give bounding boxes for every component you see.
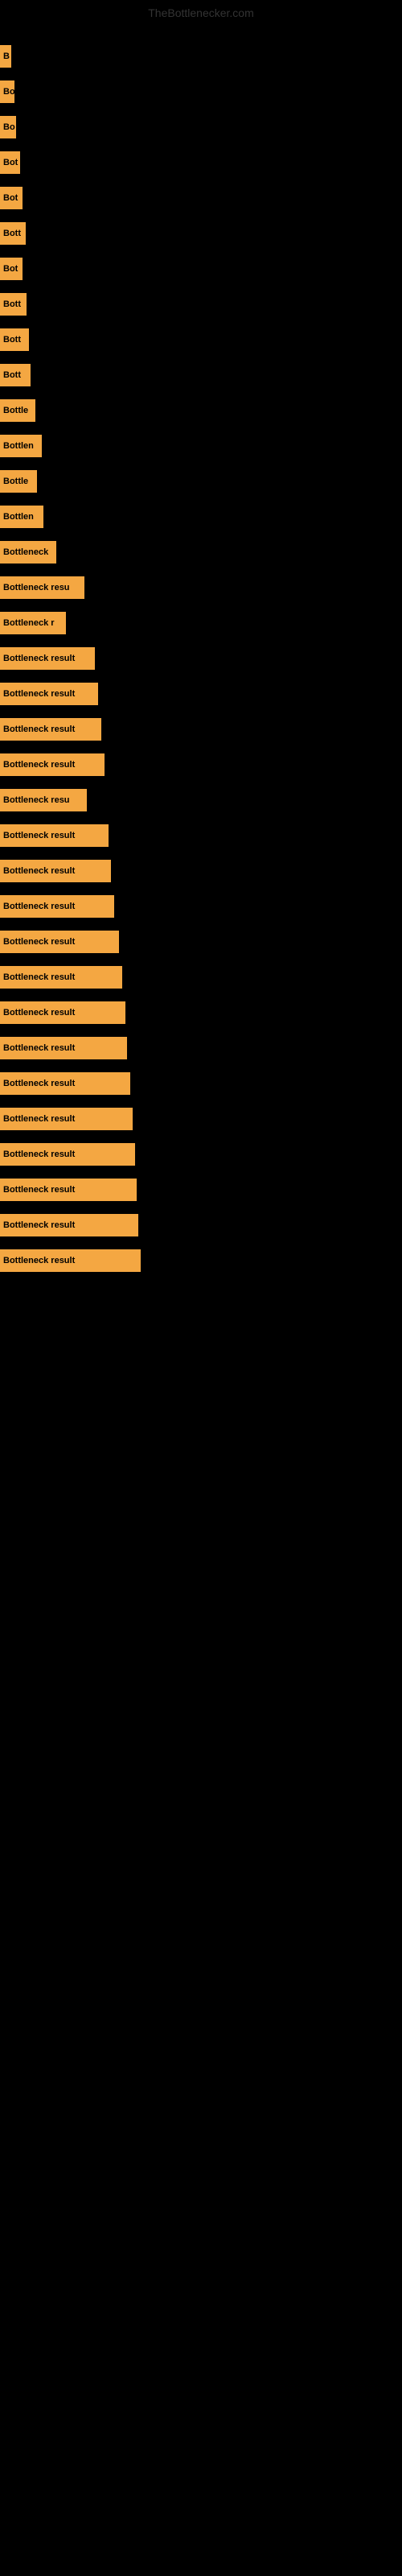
bar-row: Bottle [0, 469, 402, 494]
bar-row: Bottleneck resu [0, 787, 402, 813]
bar-row: Bottleneck result [0, 1035, 402, 1061]
bar-row: Bottleneck resu [0, 575, 402, 601]
bar-label: Bottleneck result [0, 1072, 130, 1095]
bar-label: Bottleneck result [0, 1001, 125, 1024]
bar-label: Bott [0, 293, 27, 316]
bar-label: Bo [0, 80, 14, 103]
bar-label: Bottleneck [0, 541, 56, 564]
bar-row: Bott [0, 327, 402, 353]
bar-label: Bottleneck result [0, 860, 111, 882]
bar-row: Bottleneck result [0, 1071, 402, 1096]
bar-label: Bottleneck result [0, 1249, 141, 1272]
bar-label: Bo [0, 116, 16, 138]
site-title: TheBottlenecker.com [0, 0, 402, 26]
bar-row: Bottleneck r [0, 610, 402, 636]
bar-row: B [0, 43, 402, 69]
bar-row: Bot [0, 256, 402, 282]
bar-label: Bottleneck result [0, 966, 122, 989]
bar-label: Bottleneck result [0, 1143, 135, 1166]
bar-row: Bottleneck result [0, 1212, 402, 1238]
bar-row: Bottlen [0, 504, 402, 530]
bar-row: Bottleneck result [0, 823, 402, 848]
bar-row: Bottleneck result [0, 1248, 402, 1274]
bar-row: Bottleneck result [0, 1106, 402, 1132]
bar-label: Bottleneck result [0, 1179, 137, 1201]
bar-row: Bottle [0, 398, 402, 423]
bar-row: Bottleneck result [0, 929, 402, 955]
bar-row: Bott [0, 362, 402, 388]
bar-label: Bottleneck result [0, 895, 114, 918]
bar-row: Bottleneck result [0, 752, 402, 778]
bars-container: B Bo Bo Bot Bot Bott Bot Bott Bott Bott Bottle Bott… [0, 26, 402, 1291]
bar-label: Bottleneck result [0, 718, 101, 741]
bar-label: Bottleneck result [0, 1214, 138, 1236]
bar-label: Bott [0, 364, 31, 386]
bar-label: Bottle [0, 470, 37, 493]
bar-label: Bottlen [0, 435, 42, 457]
bar-label: Bot [0, 258, 23, 280]
bar-label: Bottleneck result [0, 1108, 133, 1130]
bar-label: Bot [0, 187, 23, 209]
bar-row: Bottleneck result [0, 1177, 402, 1203]
bar-row: Bottleneck result [0, 858, 402, 884]
bar-label: Bott [0, 328, 29, 351]
bar-row: Bottleneck [0, 539, 402, 565]
bar-label: Bott [0, 222, 26, 245]
bar-row: Bot [0, 185, 402, 211]
bar-label: Bot [0, 151, 20, 174]
bar-row: Bottleneck result [0, 1000, 402, 1026]
bar-label: Bottlen [0, 506, 43, 528]
bar-label: Bottleneck r [0, 612, 66, 634]
bar-label: Bottleneck result [0, 753, 105, 776]
bar-label: Bottleneck result [0, 1037, 127, 1059]
bar-row: Bo [0, 79, 402, 105]
bar-row: Bottleneck result [0, 646, 402, 671]
bar-label: B [0, 45, 11, 68]
bar-label: Bottle [0, 399, 35, 422]
bar-row: Bottlen [0, 433, 402, 459]
bar-label: Bottleneck result [0, 647, 95, 670]
bar-row: Bottleneck result [0, 894, 402, 919]
bar-row: Bot [0, 150, 402, 175]
bar-label: Bottleneck resu [0, 576, 84, 599]
bar-row: Bottleneck result [0, 716, 402, 742]
bar-label: Bottleneck result [0, 931, 119, 953]
bar-row: Bott [0, 291, 402, 317]
bar-label: Bottleneck resu [0, 789, 87, 811]
bar-row: Bottleneck result [0, 964, 402, 990]
bar-row: Bottleneck result [0, 1141, 402, 1167]
bar-row: Bo [0, 114, 402, 140]
bar-label: Bottleneck result [0, 824, 109, 847]
bar-row: Bott [0, 221, 402, 246]
bar-row: Bottleneck result [0, 681, 402, 707]
bar-label: Bottleneck result [0, 683, 98, 705]
